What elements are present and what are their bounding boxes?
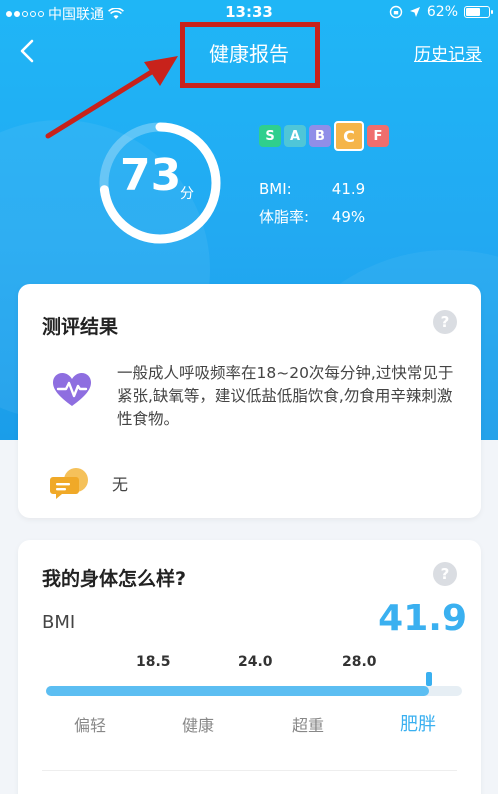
- divider: [42, 770, 457, 771]
- bmi-label: BMI: [42, 612, 76, 633]
- orientation-lock-icon: [389, 5, 403, 19]
- location-arrow-icon: [409, 7, 420, 17]
- chat-bubble-icon: [50, 468, 88, 499]
- grade-badge-a: A: [284, 125, 306, 147]
- bodyfat-metric-row: 体脂率: 49%: [259, 206, 365, 227]
- category-label-active: 肥胖: [400, 714, 436, 735]
- threshold-label: 24.0: [238, 654, 273, 670]
- bodyfat-metric-label: 体脂率:: [259, 208, 310, 226]
- grade-badge-f: F: [367, 125, 389, 147]
- threshold-label: 28.0: [342, 654, 377, 670]
- result-card-title: 测评结果: [42, 316, 119, 338]
- suggestion-none-text: 无: [112, 475, 129, 494]
- score-value: 73: [120, 150, 182, 201]
- history-link[interactable]: 历史记录: [414, 40, 482, 65]
- category-label: 超重: [292, 716, 325, 735]
- category-label: 偏轻: [74, 716, 107, 735]
- category-label: 健康: [182, 716, 215, 735]
- bodyfat-metric-value: 49%: [331, 208, 366, 226]
- result-description: 一般成人呼吸频率在18~20次每分钟,过快常见于紧张,缺氧等，建议低盐低脂饮食,…: [117, 364, 454, 428]
- bmi-marker: [425, 672, 432, 686]
- bmi-range-fill: [46, 686, 429, 696]
- score-unit: 分: [180, 186, 194, 202]
- bmi-metric-value: 41.9: [331, 180, 366, 198]
- battery-icon: [464, 6, 493, 18]
- body-status-card: 我的身体怎么样? ? BMI 41.9 18.5 24.0 28.0 偏轻 健康…: [18, 540, 481, 794]
- grade-badge-c: C: [334, 121, 364, 151]
- body-card-title: 我的身体怎么样?: [42, 568, 187, 590]
- help-icon[interactable]: ?: [433, 310, 457, 334]
- bmi-metric-label: BMI:: [259, 180, 292, 198]
- bmi-metric-row: BMI: 41.9: [259, 180, 365, 198]
- grade-badge-s: S: [259, 125, 281, 147]
- evaluation-result-card: 测评结果 ? 一般成人呼吸频率在18~20次每分钟,过快常见于紧张,缺氧等，建议…: [18, 284, 481, 518]
- heart-rate-icon: [53, 373, 91, 406]
- help-icon[interactable]: ?: [433, 562, 457, 586]
- battery-percent: 62%: [426, 4, 458, 20]
- bmi-value: 41.9: [378, 598, 467, 639]
- threshold-label: 18.5: [136, 654, 171, 670]
- grade-scale: SABCF: [259, 121, 389, 151]
- grade-badge-b: B: [309, 125, 331, 147]
- bmi-range-bar: [46, 672, 462, 696]
- annotation-highlight-box: [180, 22, 320, 88]
